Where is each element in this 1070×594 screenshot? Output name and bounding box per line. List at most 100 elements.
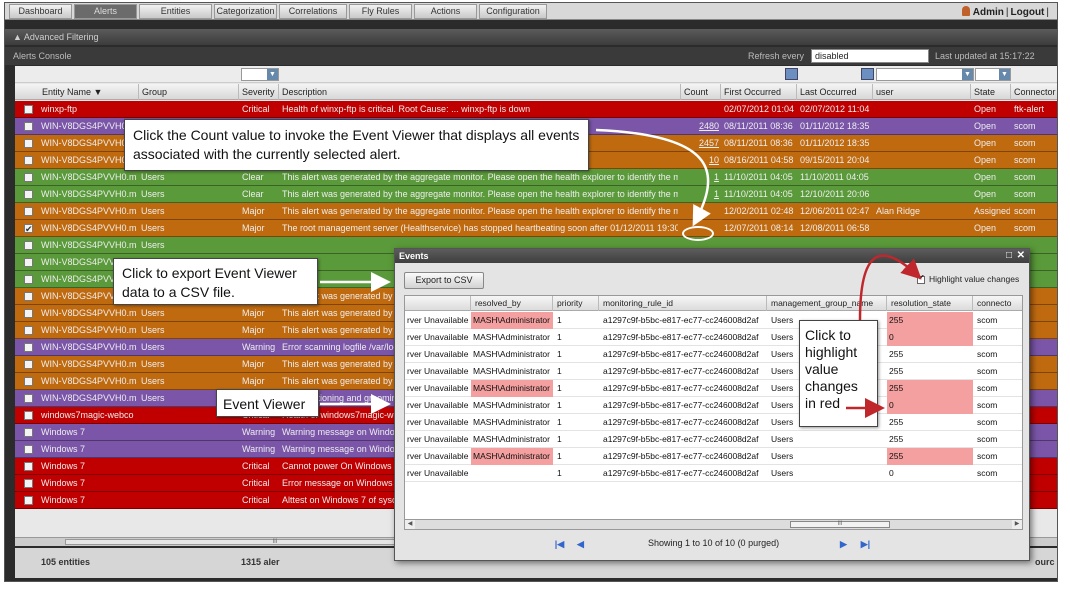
close-icon[interactable]: ✕ [1017, 249, 1025, 263]
row-checkbox[interactable] [24, 221, 33, 237]
ev-col-rule-id[interactable]: monitoring_rule_id [599, 296, 767, 311]
ev-col-resolution-state[interactable]: resolution_state [887, 296, 973, 311]
row-checkbox[interactable] [24, 326, 33, 335]
event-row[interactable]: rver Unavailable. MASH\Administrator 1 a129… [405, 363, 1022, 380]
ev-col-group[interactable]: management_group_name [767, 296, 887, 311]
calendar-icon[interactable] [861, 68, 874, 80]
severity-filter[interactable]: ▼ [241, 68, 279, 81]
row-checkbox[interactable] [24, 105, 33, 114]
scroll-left-icon[interactable]: ◀ [405, 520, 415, 529]
last-page-icon[interactable]: ▶| [860, 539, 871, 550]
event-row[interactable]: rver Unavailable. MASH\Administrator 1 a129… [405, 414, 1022, 431]
ev-cell-description: rver Unavailable. [407, 417, 469, 427]
events-scrollbar[interactable]: ◀ III ▶ [404, 519, 1023, 530]
row-checkbox[interactable] [24, 496, 33, 505]
col-last-occurred[interactable]: Last Occurred [797, 84, 873, 100]
export-csv-button[interactable]: Export to CSV [404, 272, 484, 289]
cell-severity: Major [242, 376, 265, 386]
tab-categorization[interactable]: Categorization [214, 4, 277, 19]
row-checkbox[interactable] [24, 156, 33, 165]
cell-entity: Windows 7 [41, 478, 86, 488]
col-description[interactable]: Description [279, 84, 681, 100]
col-count[interactable]: Count [681, 84, 721, 100]
event-row[interactable]: rver Unavailable. MASH\Administrator 1 a129… [405, 397, 1022, 414]
tab-fly-rules[interactable]: Fly Rules [349, 4, 412, 19]
row-checkbox[interactable] [24, 258, 33, 267]
event-row[interactable]: rver Unavailable. 1 a1297c9f-b5bc-e817-ec7… [405, 465, 1022, 482]
first-page-icon[interactable]: |◀ [554, 539, 565, 550]
console-title: Alerts Console [13, 51, 72, 61]
ev-col-description[interactable] [405, 296, 471, 311]
row-checkbox[interactable] [24, 173, 33, 182]
table-row[interactable]: WIN-V8DGS4PVVH0.mas Users Clear This alert … [15, 186, 1057, 203]
cell-count[interactable]: 10 [691, 152, 719, 168]
ev-col-priority[interactable]: priority [553, 296, 599, 311]
col-connector[interactable]: Connector [1011, 84, 1057, 100]
table-row[interactable]: winxp-ftp Critical Health of winxp-ftp is … [15, 101, 1057, 118]
refresh-select[interactable]: disabled [811, 49, 929, 63]
row-checkbox[interactable] [24, 445, 33, 454]
row-checkbox[interactable] [24, 377, 33, 386]
col-group[interactable]: Group [139, 84, 239, 100]
row-checkbox[interactable] [24, 479, 33, 488]
col-severity[interactable]: Severity [239, 84, 279, 100]
table-row[interactable]: WIN-V8DGS4PVVH0.mas Users Clear This alert … [15, 169, 1057, 186]
cell-count[interactable]: 2457 [691, 135, 719, 151]
cell-group: Users [141, 189, 165, 199]
prev-page-icon[interactable]: ◀ [575, 539, 586, 550]
ev-cell-description: rver Unavailable. [407, 332, 469, 342]
row-checkbox[interactable] [24, 292, 33, 301]
ev-col-connector[interactable]: connecto [973, 296, 1022, 311]
row-checkbox[interactable] [24, 394, 33, 403]
row-checkbox[interactable] [24, 309, 33, 318]
event-row[interactable]: rver Unavailable. MASH\Administrator 1 a129… [405, 329, 1022, 346]
col-user[interactable]: user [873, 84, 971, 100]
row-checkbox[interactable] [24, 428, 33, 437]
tab-configuration[interactable]: Configuration [479, 4, 547, 19]
row-checkbox[interactable] [24, 411, 33, 420]
row-checkbox[interactable] [24, 343, 33, 352]
scroll-thumb[interactable]: III [790, 521, 890, 528]
col-entity-name[interactable]: Entity Name ▼ [39, 84, 139, 100]
col-state[interactable]: State [971, 84, 1011, 100]
event-row[interactable]: rver Unavailable. MASH\Administrator 1 a129… [405, 380, 1022, 397]
row-checkbox[interactable] [24, 275, 33, 284]
calendar-icon[interactable] [785, 68, 798, 80]
event-row[interactable]: rver Unavailable. MASH\Administrator 1 a129… [405, 431, 1022, 448]
event-row[interactable]: rver Unavailable. MASH\Administrator 1 a129… [405, 312, 1022, 329]
row-checkbox[interactable] [24, 462, 33, 471]
table-row[interactable]: WIN-V8DGS4PVVH0.mas Users Major This alert … [15, 203, 1057, 220]
cell-state: Open [974, 138, 997, 148]
ev-cell-group: Users [771, 468, 794, 478]
next-page-icon[interactable]: ▶ [838, 539, 849, 550]
state-filter[interactable]: ▼ [975, 68, 1011, 81]
row-checkbox[interactable] [24, 139, 33, 148]
row-checkbox[interactable] [24, 241, 33, 250]
advanced-filtering-bar[interactable]: ▲ Advanced Filtering [5, 29, 1057, 45]
tab-alerts[interactable]: Alerts [74, 4, 137, 19]
col-first-occurred[interactable]: First Occurred [721, 84, 797, 100]
user-name[interactable]: Admin [973, 7, 1004, 18]
highlight-checkbox[interactable] [917, 273, 925, 284]
cell-entity: WIN-V8DGS4PVVH0.mas [41, 223, 137, 233]
user-filter[interactable]: ▼ [876, 68, 974, 81]
tab-dashboard[interactable]: Dashboard [9, 4, 72, 19]
row-checkbox[interactable] [24, 190, 33, 199]
row-checkbox[interactable] [24, 360, 33, 369]
logout-link[interactable]: Logout [1011, 7, 1045, 18]
cell-count[interactable]: 2480 [691, 118, 719, 134]
table-row[interactable]: WIN-V8DGS4PVVH0.mas Users Major The root ma… [15, 220, 1057, 237]
tab-entities[interactable]: Entities [139, 4, 212, 19]
cell-count[interactable]: 1 [691, 169, 719, 185]
minimize-icon[interactable]: □ [1006, 249, 1012, 263]
cell-count[interactable]: 1 [691, 186, 719, 202]
event-row[interactable]: rver Unavailable. MASH\Administrator 1 a129… [405, 448, 1022, 465]
row-checkbox[interactable] [24, 122, 33, 131]
row-checkbox[interactable] [24, 207, 33, 216]
tab-actions[interactable]: Actions [414, 4, 477, 19]
scroll-right-icon[interactable]: ▶ [1012, 520, 1022, 529]
ev-cell-description: rver Unavailable. [407, 400, 469, 410]
tab-correlations[interactable]: Correlations [279, 4, 347, 19]
event-row[interactable]: rver Unavailable. MASH\Administrator 1 a129… [405, 346, 1022, 363]
ev-col-resolved-by[interactable]: resolved_by [471, 296, 553, 311]
